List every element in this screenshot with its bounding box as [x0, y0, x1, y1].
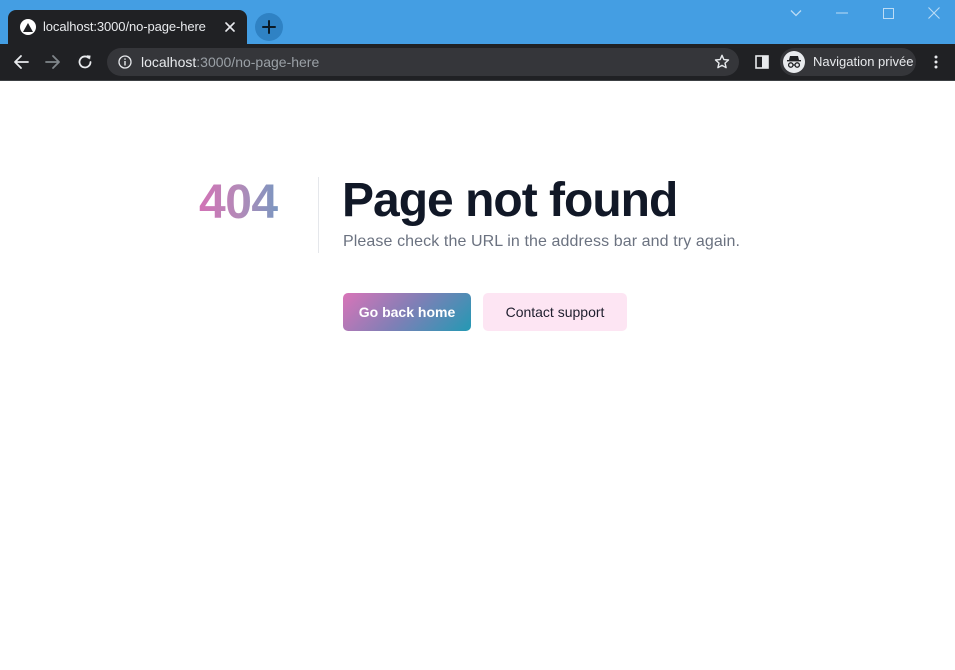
- side-panel-icon: [755, 55, 769, 69]
- tab-title: localhost:3000/no-page-here: [43, 19, 206, 34]
- error-code: 404: [199, 176, 278, 229]
- page-content: 404 Page not found Please check the URL …: [0, 81, 955, 670]
- address-bar[interactable]: localhost:3000/no-page-here: [107, 48, 739, 76]
- kebab-menu-icon: [934, 55, 938, 69]
- arrow-right-icon: [45, 54, 61, 70]
- page-title: Page not found: [342, 174, 678, 227]
- address-url: localhost:3000/no-page-here: [141, 54, 319, 70]
- page-subtitle: Please check the URL in the address bar …: [343, 233, 741, 250]
- triangle-favicon-icon: [20, 19, 36, 35]
- plus-icon: [262, 20, 276, 34]
- browser-toolbar: localhost:3000/no-page-here Navigation p…: [0, 44, 955, 80]
- side-panel-button[interactable]: [752, 52, 772, 72]
- forward-button[interactable]: [42, 51, 64, 73]
- star-icon[interactable]: [713, 53, 731, 71]
- tab-active[interactable]: localhost:3000/no-page-here: [8, 10, 247, 44]
- address-path: :3000/no-page-here: [196, 54, 320, 70]
- tab-search-button[interactable]: [785, 4, 807, 22]
- new-tab-button[interactable]: [255, 13, 283, 41]
- back-button[interactable]: [10, 51, 32, 73]
- menu-button[interactable]: [926, 52, 946, 72]
- close-icon[interactable]: [221, 18, 239, 36]
- info-icon[interactable]: [117, 54, 133, 70]
- incognito-icon: [783, 51, 805, 73]
- minimize-icon: [836, 12, 848, 14]
- reload-icon: [77, 54, 93, 70]
- address-host: localhost: [141, 54, 197, 70]
- window-close-button[interactable]: [923, 4, 945, 22]
- incognito-label: Navigation privée: [813, 54, 914, 69]
- incognito-profile-button[interactable]: Navigation privée: [780, 48, 916, 76]
- maximize-icon: [882, 7, 894, 19]
- tab-strip: localhost:3000/no-page-here: [0, 0, 955, 44]
- vertical-divider: [318, 177, 319, 253]
- go-back-home-button[interactable]: Go back home: [343, 293, 471, 331]
- arrow-left-icon: [13, 54, 29, 70]
- contact-support-button[interactable]: Contact support: [483, 293, 627, 331]
- maximize-button[interactable]: [877, 4, 899, 22]
- close-icon: [928, 7, 940, 19]
- reload-button[interactable]: [74, 51, 96, 73]
- minimize-button[interactable]: [831, 4, 853, 22]
- chevron-down-icon: [790, 9, 802, 17]
